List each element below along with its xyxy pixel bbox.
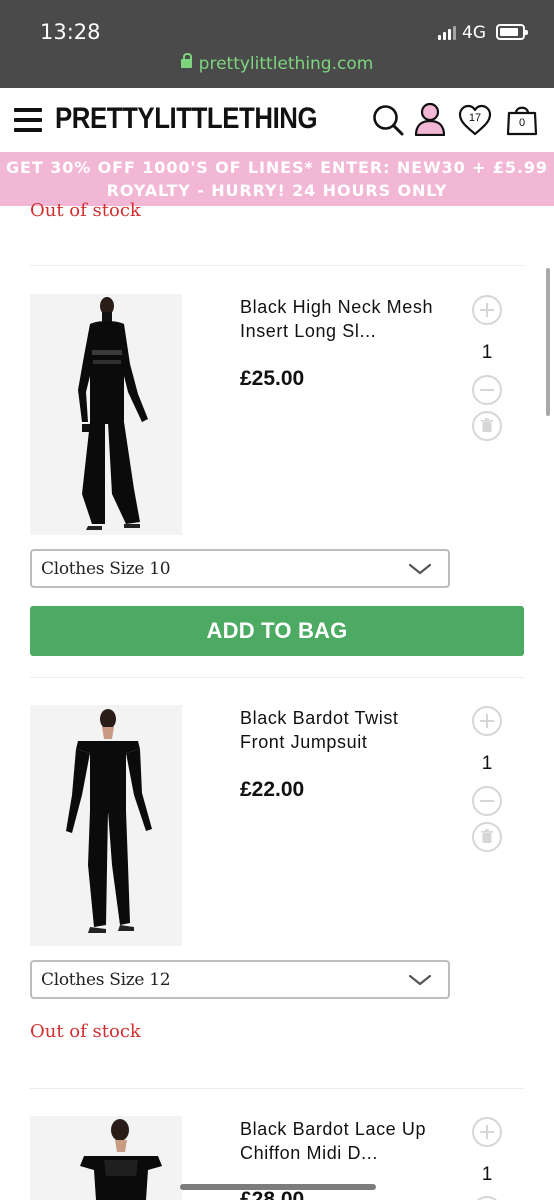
- minus-icon: [480, 800, 494, 802]
- minus-icon: [480, 389, 494, 391]
- increase-quantity-button[interactable]: [472, 706, 502, 736]
- size-select-value: Clothes Size 12: [41, 970, 171, 990]
- promo-line-1: GET 30% OFF 1000'S OF LINES* ENTER: NEW3…: [6, 158, 548, 177]
- promo-banner[interactable]: GET 30% OFF 1000'S OF LINES* ENTER: NEW3…: [0, 152, 554, 206]
- signal-icon: [438, 24, 458, 40]
- remove-item-button[interactable]: [472, 822, 502, 852]
- lock-icon: [180, 53, 192, 68]
- wishlist-count: 17: [468, 112, 482, 124]
- status-bar: 13:28 4G prettylittlething.com: [0, 0, 554, 88]
- decrease-quantity-button[interactable]: [472, 786, 502, 816]
- product-name-line-1: Black Bardot Twist: [240, 708, 399, 728]
- trash-icon: [481, 418, 493, 432]
- product-name-line-1: Black Bardot Lace Up: [240, 1119, 427, 1139]
- size-select[interactable]: Clothes Size 12: [30, 960, 450, 999]
- out-of-stock-label: Out of stock: [30, 1021, 141, 1042]
- network-type: 4G: [462, 23, 486, 43]
- chevron-down-icon: [408, 974, 432, 986]
- decrease-quantity-button[interactable]: [472, 375, 502, 405]
- product-name[interactable]: Black Bardot Twist Front Jumpsuit: [240, 706, 462, 754]
- divider: [30, 265, 524, 266]
- product-name[interactable]: Black Bardot Lace Up Chiffon Midi D...: [240, 1117, 462, 1165]
- divider: [30, 677, 524, 678]
- decrease-quantity-button[interactable]: [472, 1196, 502, 1200]
- chevron-down-icon: [408, 563, 432, 575]
- quantity-value: 1: [481, 1164, 493, 1185]
- increase-quantity-button[interactable]: [472, 295, 502, 325]
- trash-icon: [481, 829, 493, 843]
- product-name-line-1: Black High Neck Mesh: [240, 297, 434, 317]
- site-logo[interactable]: PRETTYLITTLETHING: [55, 102, 318, 136]
- product-name-line-2: Insert Long Sl...: [240, 321, 377, 341]
- search-icon[interactable]: [372, 104, 404, 136]
- menu-icon[interactable]: [14, 108, 42, 132]
- wishlist-icon[interactable]: 17: [458, 104, 492, 136]
- product-image[interactable]: [30, 705, 182, 946]
- product-name-line-2: Chiffon Midi D...: [240, 1143, 378, 1163]
- size-select-value: Clothes Size 10: [41, 559, 171, 579]
- scrollbar[interactable]: [546, 268, 550, 416]
- account-icon[interactable]: [414, 102, 446, 136]
- size-select[interactable]: Clothes Size 10: [30, 549, 450, 588]
- product-price: £25.00: [240, 367, 305, 390]
- plus-icon-vertical: [486, 714, 488, 728]
- divider: [30, 1088, 524, 1089]
- add-to-bag-button[interactable]: ADD TO BAG: [30, 606, 524, 656]
- site-header: PRETTYLITTLETHING 17 0: [0, 88, 554, 152]
- product-image[interactable]: [30, 294, 182, 535]
- product-price: £22.00: [240, 778, 305, 801]
- address-bar[interactable]: prettylittlething.com: [0, 53, 554, 74]
- quantity-value: 1: [481, 342, 493, 363]
- plus-icon-vertical: [486, 303, 488, 317]
- quantity-value: 1: [481, 753, 493, 774]
- url-text: prettylittlething.com: [198, 54, 374, 74]
- bag-icon[interactable]: 0: [506, 102, 538, 136]
- out-of-stock-label: Out of stock: [30, 200, 141, 221]
- plus-icon-vertical: [486, 1125, 488, 1139]
- battery-icon: [496, 24, 528, 40]
- remove-item-button[interactable]: [472, 411, 502, 441]
- increase-quantity-button[interactable]: [472, 1117, 502, 1147]
- product-name-line-2: Front Jumpsuit: [240, 732, 368, 752]
- promo-line-2: ROYALTY - HURRY! 24 HOURS ONLY: [106, 181, 448, 200]
- status-time: 13:28: [40, 20, 101, 44]
- product-name[interactable]: Black High Neck Mesh Insert Long Sl...: [240, 295, 462, 343]
- product-image[interactable]: [30, 1116, 182, 1200]
- bag-count: 0: [518, 117, 526, 129]
- home-indicator[interactable]: [180, 1184, 376, 1190]
